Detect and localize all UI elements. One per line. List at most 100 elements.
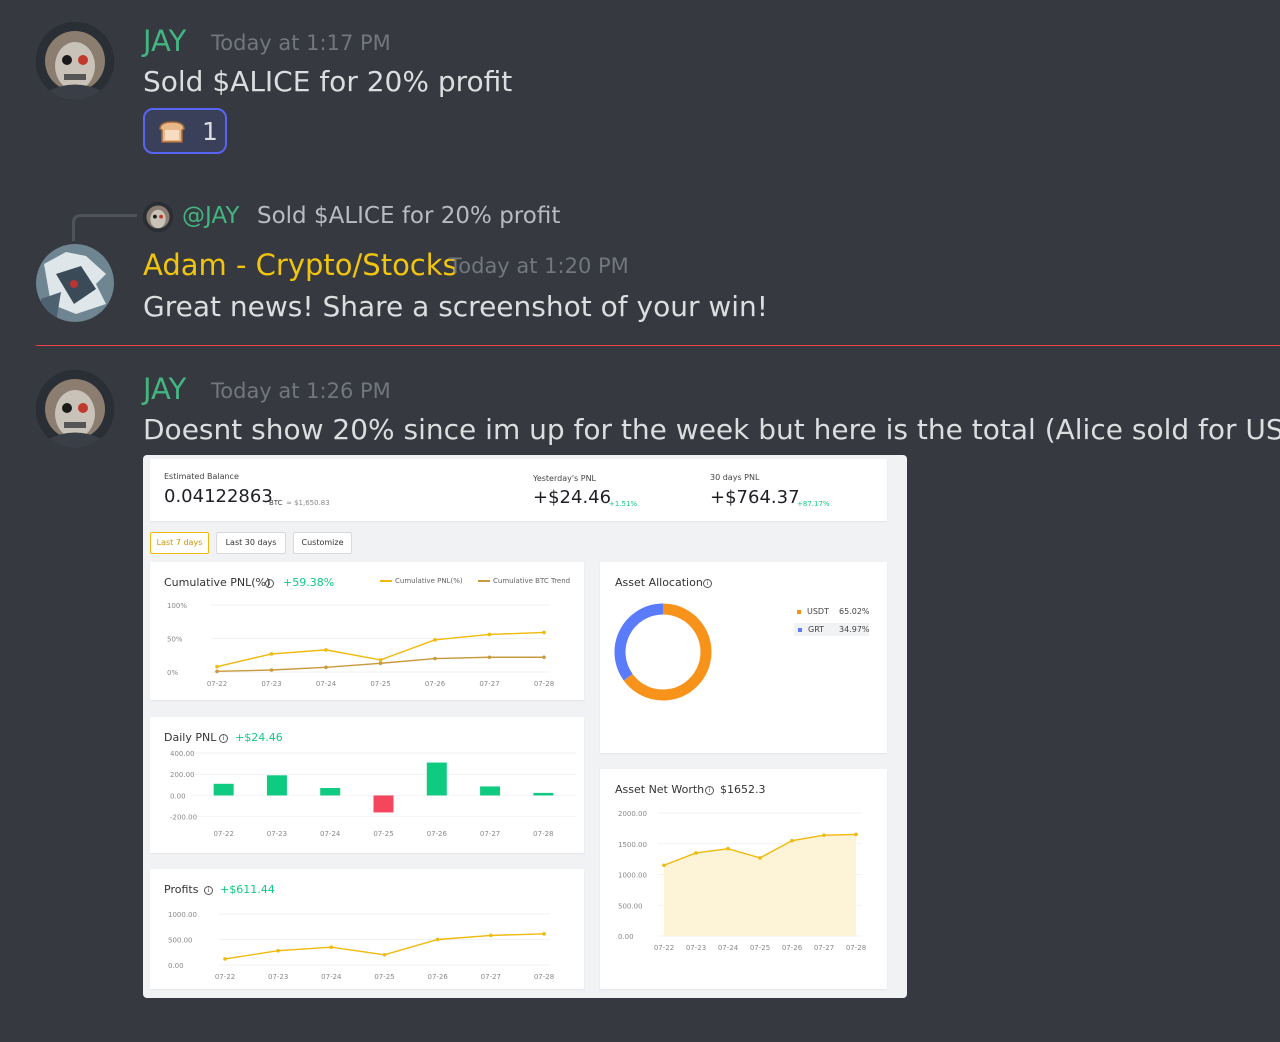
net-worth-area — [664, 834, 856, 936]
thirty-day-pnl-label: 30 days PNL — [710, 473, 760, 482]
y-tick-label: 50% — [167, 636, 183, 644]
data-point — [435, 937, 440, 942]
x-tick-label: 07-27 — [480, 830, 500, 838]
x-tick-label: 07-23 — [268, 973, 288, 981]
bread-emoji-icon — [157, 120, 187, 144]
cumulative-pnl-card: Cumulative PNL(%) i +59.38% Cumulative P… — [150, 562, 584, 700]
data-point — [822, 833, 826, 837]
data-point — [542, 655, 546, 660]
balance-unit: BTC — [269, 499, 283, 507]
data-point — [542, 932, 546, 936]
data-point — [329, 945, 334, 949]
allocation-donut-chart — [614, 603, 712, 701]
x-tick-label: 07-24 — [321, 973, 342, 981]
data-point — [542, 630, 546, 635]
x-tick-label: 07-25 — [370, 680, 390, 688]
x-tick-label: 07-22 — [213, 830, 233, 838]
y-tick-label: 1000.00 — [618, 872, 647, 880]
daily-pnl-bar — [266, 775, 287, 796]
x-tick-label: 07-22 — [654, 944, 674, 952]
reaction-count: 1 — [202, 117, 218, 146]
range-last-7-days[interactable]: Last 7 days — [150, 532, 209, 554]
balance-value: 0.04122863 — [164, 486, 273, 507]
reply-preview-text[interactable]: Sold $ALICE for 20% profit — [257, 203, 560, 229]
daily-pnl-card: Daily PNL i +$24.46 400.00 200.00 0.00 -200… — [150, 717, 584, 853]
jay-avatar[interactable] — [36, 370, 114, 448]
daily-pnl-bar — [480, 786, 501, 796]
x-tick-label: 07-28 — [534, 973, 554, 981]
x-tick-label: 07-26 — [427, 973, 448, 981]
donut-slice-grt — [614, 603, 664, 681]
yesterday-pnl-label: Yesterday's PNL — [533, 474, 597, 483]
y-tick-label: -200.00 — [170, 814, 197, 822]
legend-grt-pct: 34.97% — [839, 625, 870, 634]
x-tick-label: 07-22 — [207, 680, 227, 688]
thirty-day-pnl-pct: +87.17% — [797, 500, 830, 508]
daily-pnl-chart: 400.00 200.00 0.00 -200.00 07-22 07-23 07-24 07… — [170, 750, 576, 838]
y-tick-label: 400.00 — [170, 750, 195, 758]
data-point — [223, 957, 227, 961]
x-tick-label: 07-24 — [316, 680, 337, 688]
message-text: Doesnt show 20% since im up for the week… — [143, 413, 1280, 446]
y-tick-label: 2000.00 — [618, 810, 647, 818]
data-point — [215, 669, 219, 674]
data-point — [324, 665, 328, 670]
thirty-day-pnl-value: +$764.37 — [710, 487, 800, 508]
x-tick-label: 07-26 — [782, 944, 803, 952]
x-tick-label: 07-23 — [686, 944, 706, 952]
profits-card: Profits i +$611.44 1000.00 500.00 0.00 07-2… — [150, 869, 584, 989]
x-tick-label: 07-28 — [533, 830, 553, 838]
range-last-30-days[interactable]: Last 30 days — [216, 532, 286, 554]
message-timestamp: Today at 1:17 PM — [211, 31, 391, 55]
legend-usdt-pct: 65.02% — [839, 607, 870, 616]
data-point — [758, 856, 762, 860]
data-point — [269, 652, 274, 656]
x-tick-label: 07-27 — [814, 944, 834, 952]
x-tick-label: 07-24 — [320, 830, 341, 838]
jay-avatar[interactable] — [36, 22, 114, 100]
x-tick-label: 07-22 — [215, 973, 235, 981]
data-point — [324, 648, 328, 652]
x-tick-label: 07-26 — [427, 830, 448, 838]
data-point — [269, 668, 274, 672]
x-tick-label: 07-28 — [846, 944, 866, 952]
data-point — [726, 846, 730, 851]
message-author[interactable]: Adam - Crypto/Stocks — [143, 248, 458, 282]
data-point — [489, 933, 493, 938]
data-point — [215, 664, 219, 669]
y-tick-label: 0.00 — [170, 792, 186, 800]
data-point — [487, 632, 492, 637]
x-tick-label: 07-23 — [267, 830, 287, 838]
data-point — [487, 655, 492, 660]
reply-avatar[interactable] — [143, 202, 173, 232]
data-point — [433, 656, 437, 661]
reaction-button[interactable]: 1 — [143, 108, 227, 154]
data-point — [662, 863, 666, 868]
profits-chart: 1000.00 500.00 0.00 07-22 07-23 07-24 07-25 07-… — [168, 911, 554, 981]
new-messages-divider — [36, 345, 1280, 346]
balance-card: Estimated Balance 0.04122863 BTC ≈ $1,65… — [150, 459, 887, 521]
message-author[interactable]: JAY — [143, 372, 186, 406]
adam-avatar[interactable] — [36, 244, 114, 322]
x-tick-label: 07-26 — [425, 680, 446, 688]
message-text: Great news! Share a screenshot of your w… — [143, 290, 769, 323]
legend-usdt: USDT — [797, 607, 829, 616]
reply-mention[interactable]: @JAY — [182, 203, 239, 229]
data-point — [790, 838, 794, 843]
data-point — [433, 638, 437, 642]
message-author[interactable]: JAY — [143, 24, 186, 58]
daily-pnl-bar — [533, 792, 554, 796]
daily-pnl-bar — [213, 783, 234, 796]
y-tick-label: 1500.00 — [618, 841, 647, 849]
message-timestamp: Today at 1:26 PM — [211, 379, 391, 403]
attachment-image[interactable]: Estimated Balance 0.04122863 BTC ≈ $1,65… — [143, 455, 907, 998]
message-text: Sold $ALICE for 20% profit — [143, 65, 513, 98]
data-point — [378, 658, 383, 662]
range-customize[interactable]: Customize — [293, 532, 352, 554]
y-tick-label: 0.00 — [618, 933, 634, 941]
x-tick-label: 07-27 — [481, 973, 501, 981]
y-tick-label: 100% — [167, 602, 187, 610]
data-point — [854, 832, 858, 837]
y-tick-label: 1000.00 — [168, 911, 197, 919]
y-tick-label: 500.00 — [618, 902, 643, 910]
